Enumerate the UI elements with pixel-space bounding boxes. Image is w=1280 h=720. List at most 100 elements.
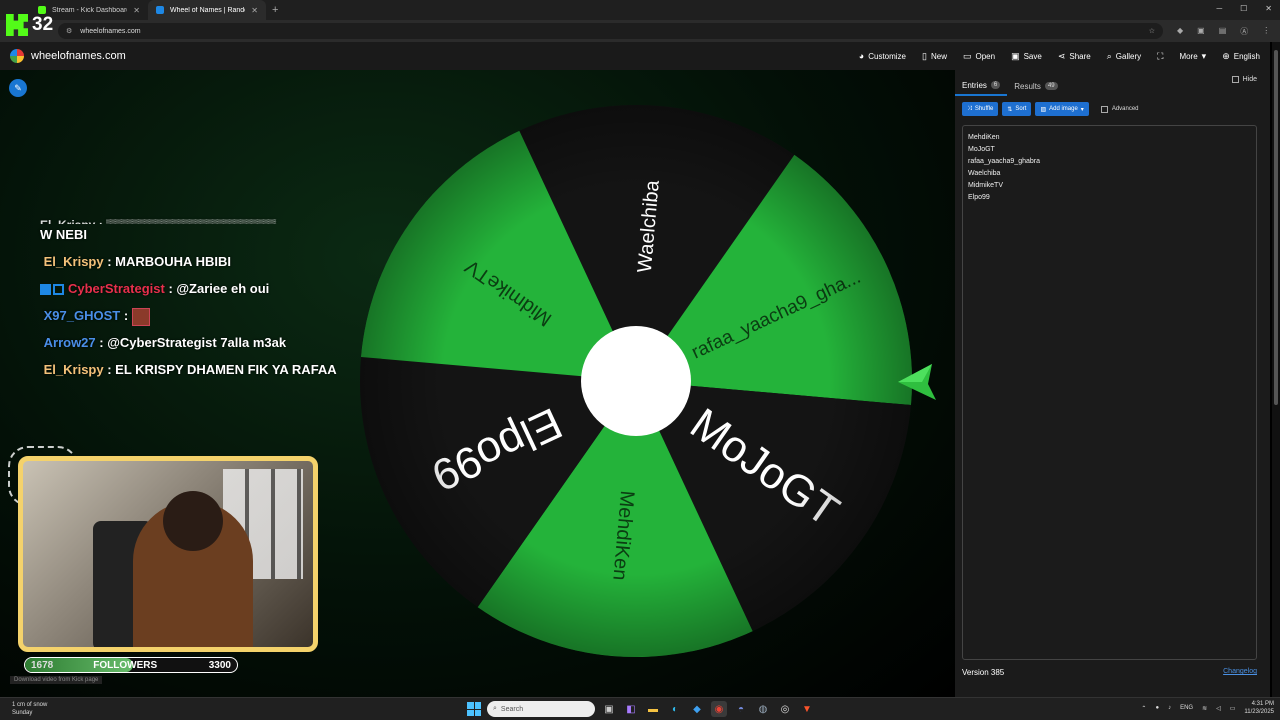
open-label: Open [975, 51, 996, 61]
advanced-label: Advanced [1111, 106, 1139, 112]
bookmark-star-icon[interactable]: ☆ [1149, 27, 1155, 35]
customize-button[interactable]: ◕ Customize [859, 51, 906, 61]
tab-entries[interactable]: Entries 6 [955, 76, 1008, 96]
clock-date: 11/23/2025 [1244, 709, 1274, 715]
chrome-icon[interactable]: ◉ [711, 701, 727, 717]
address-bar: ⚙ wheelofnames.com ☆ ◆ ▣ ▤ Ⓐ ⋮ [0, 20, 1280, 42]
edge-icon[interactable]: ◐ [667, 701, 683, 717]
site-info-icon[interactable]: ⚙ [66, 27, 72, 35]
gallery-label: Gallery [1115, 51, 1142, 61]
version-label: Version 385 [962, 668, 1005, 677]
language-button[interactable]: ⊕ English [1222, 51, 1260, 62]
share-label: Share [1069, 51, 1091, 61]
open-button[interactable]: ▭ Open [963, 51, 995, 62]
wheelofnames-logo-icon[interactable] [10, 49, 24, 63]
wheel-center-hub[interactable] [581, 326, 691, 436]
add-image-button[interactable]: ▨ Add image ▾ [1035, 102, 1089, 116]
globe-icon: ⊕ [1222, 50, 1230, 61]
followers-current: 1678 [31, 659, 54, 671]
sidebar-icon[interactable]: ▤ [1219, 26, 1227, 37]
mic-icon[interactable]: ♪ [1168, 705, 1171, 711]
windows-start-icon[interactable] [467, 702, 481, 716]
tab-entries-label: Entries [962, 80, 987, 90]
fullscreen-icon: ⛶ [1157, 50, 1164, 61]
tab-results[interactable]: Results 49 [1007, 76, 1064, 96]
weather-line2: Sunday [12, 710, 33, 716]
weather-widget[interactable]: 1 cm of snow Sunday [12, 701, 47, 717]
widgets-icon[interactable]: ◧ [623, 701, 639, 717]
search-icon: ⌕ [1106, 50, 1112, 61]
hide-checkbox[interactable] [1231, 76, 1239, 83]
fullscreen-button[interactable]: ⛶ [1157, 51, 1163, 62]
discord-icon[interactable]: ◓ [733, 701, 749, 717]
changelog-link[interactable]: Changelog [1223, 668, 1257, 675]
save-icon: ▣ [1011, 50, 1020, 61]
edit-button[interactable]: ✎ [9, 79, 27, 97]
file-explorer-icon[interactable]: ▬ [645, 701, 661, 717]
share-button[interactable]: ⋖ Share [1058, 51, 1091, 62]
more-button[interactable]: More ▾ [1179, 51, 1206, 62]
entries-count-badge: 6 [990, 81, 1001, 89]
gallery-button[interactable]: ⌕ Gallery [1107, 51, 1141, 62]
lang-indicator[interactable]: ENG [1180, 705, 1193, 711]
webcam-feed [18, 456, 318, 652]
sort-button[interactable]: ⇅ Sort [1002, 102, 1032, 116]
chat-text: : @Zariee eh oui [168, 281, 270, 296]
new-tab-icon[interactable]: + [272, 4, 278, 16]
tab-title: Wheel of Names | Random nam [170, 6, 245, 14]
task-view-icon[interactable]: ▣ [601, 701, 617, 717]
kick-counter: 32 [32, 14, 54, 35]
chat-line: El_Krispy : ▒▒▒▒▒▒▒▒▒▒▒▒▒▒▒▒▒▒▒▒ [40, 214, 360, 224]
maximize-icon[interactable]: ☐ [1240, 4, 1247, 13]
entry-line: rafaa_yaacha9_ghabra [968, 158, 1041, 165]
chat-username: CyberStrategist [68, 281, 165, 296]
folder-icon: ▭ [962, 50, 972, 61]
site-name[interactable]: wheelofnames.com [31, 50, 126, 62]
weather-line1: 1 cm of snow [12, 702, 48, 708]
brave-icon[interactable]: ▼ [799, 701, 815, 717]
close-tab-icon[interactable]: ✕ [251, 6, 258, 15]
wheel[interactable]: Waelchibarafaa_yaacha9_gha...MoJoGTMehdi… [360, 105, 912, 657]
chat-username: El_Krispy [43, 362, 104, 377]
url-text: wheelofnames.com [80, 27, 141, 35]
volume-icon[interactable]: ◁ [1216, 705, 1221, 712]
hide-toggle[interactable]: Hide [1231, 76, 1257, 83]
save-button[interactable]: ▣ Save [1011, 51, 1042, 62]
language-label: English [1233, 51, 1260, 61]
extension-icon[interactable]: ◆ [1177, 26, 1183, 37]
close-window-icon[interactable]: ✕ [1265, 4, 1272, 13]
profile-icon[interactable]: Ⓐ [1240, 26, 1248, 37]
chat-username: X97_GHOST [43, 308, 121, 323]
wifi-icon[interactable]: ≋ [1202, 705, 1207, 712]
scrollbar-thumb[interactable] [1274, 50, 1278, 405]
verified-badge-icon [40, 284, 51, 296]
kick-favicon-icon [38, 6, 46, 14]
tab-wheel-of-names[interactable]: Wheel of Names | Random nam ✕ [148, 0, 266, 20]
new-label: New [930, 51, 947, 61]
puzzle-icon[interactable]: ▣ [1197, 26, 1205, 37]
obs-icon[interactable]: ◎ [777, 701, 793, 717]
tray-app-icon[interactable]: ● [1155, 705, 1159, 711]
steam-icon[interactable]: ◍ [755, 701, 771, 717]
new-button[interactable]: ▯ New [922, 51, 947, 62]
url-field[interactable]: ⚙ wheelofnames.com ☆ [58, 23, 1163, 39]
store-icon[interactable]: ◆ [689, 701, 705, 717]
streamer-head-image [163, 491, 223, 551]
clock[interactable]: 4:31 PM 11/23/2025 [1244, 700, 1274, 716]
tray-chevron-icon[interactable]: ⌃ [1141, 705, 1146, 712]
battery-icon[interactable]: ▭ [1230, 705, 1236, 712]
close-tab-icon[interactable]: ✕ [133, 6, 140, 15]
wheel-svg[interactable]: Waelchibarafaa_yaacha9_gha...MoJoGTMehdi… [360, 105, 912, 657]
advanced-toggle[interactable]: Advanced [1100, 105, 1139, 113]
chat-line: X97_GHOST : [40, 305, 360, 327]
advanced-checkbox[interactable] [1100, 105, 1108, 113]
shuffle-button[interactable]: ⤨ Shuffle [962, 102, 999, 116]
taskbar-search[interactable]: ⌕ Search [487, 701, 595, 717]
minimize-icon[interactable]: ─ [1216, 4, 1222, 13]
shuffle-label: Shuffle [974, 106, 994, 112]
browser-tabbar: Stream - Kick Dashboard ✕ Wheel of Names… [0, 0, 1280, 20]
hide-label: Hide [1242, 76, 1257, 83]
followers-label: FOLLOWERS [93, 659, 158, 671]
entries-textarea[interactable]: MehdiKen MoJoGT rafaa_yaacha9_ghabra Wae… [962, 125, 1257, 660]
menu-dots-icon[interactable]: ⋮ [1262, 26, 1270, 37]
